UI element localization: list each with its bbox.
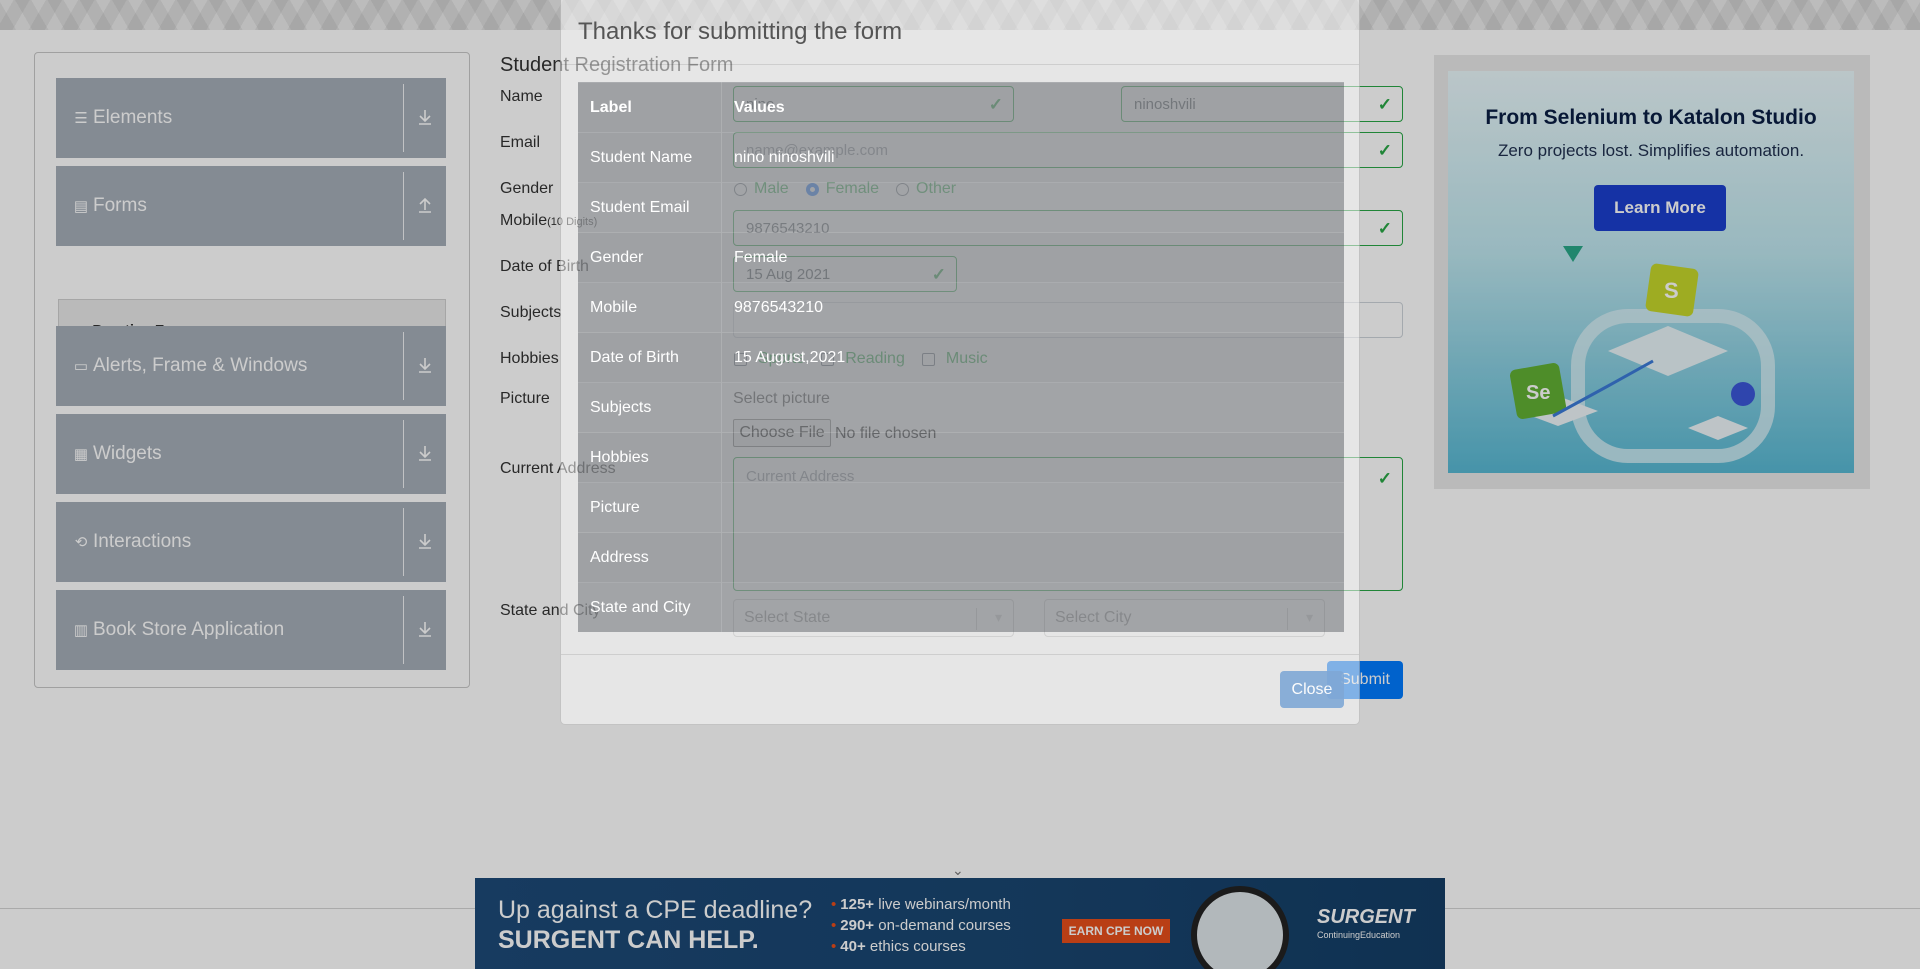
table-row: Picture [578, 482, 1344, 533]
table-header-row: Label Values [578, 82, 1344, 133]
column-header: Values [721, 82, 1344, 133]
result-table: Label Values Student Name nino ninoshvili… [578, 82, 1344, 632]
table-row: Subjects [578, 382, 1344, 433]
table-row: Gender Female [578, 232, 1344, 283]
table-row: State and City [578, 582, 1344, 632]
table-row: Mobile 9876543210 [578, 282, 1344, 333]
table-row: Student Name nino ninoshvili [578, 132, 1344, 183]
close-button[interactable]: Close [1280, 671, 1344, 708]
column-header: Label [578, 82, 722, 133]
table-row: Student Email [578, 182, 1344, 233]
modal-title: Thanks for submitting the form [578, 18, 903, 45]
table-row: Address [578, 532, 1344, 583]
submission-modal: Thanks for submitting the form Label Val… [560, 0, 1360, 725]
table-row: Hobbies [578, 432, 1344, 483]
table-row: Date of Birth 15 August,2021 [578, 332, 1344, 383]
